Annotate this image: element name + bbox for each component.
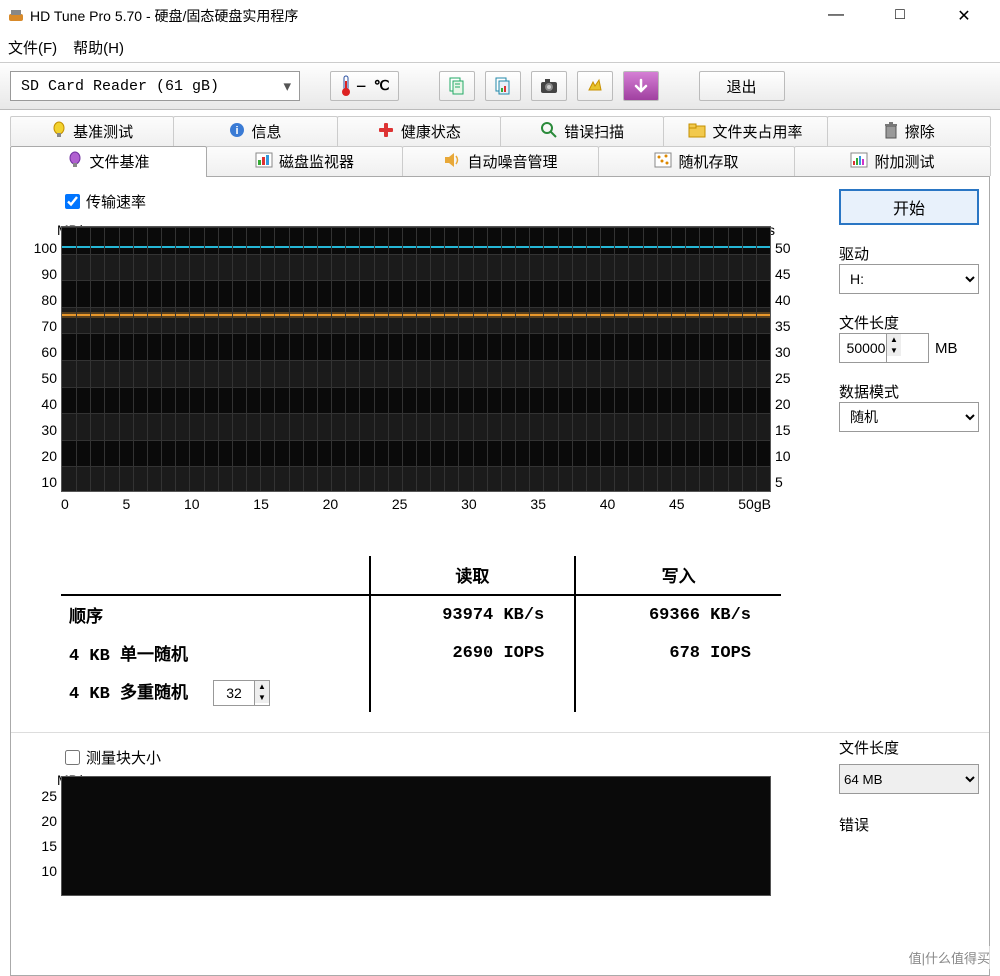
tab-磁盘监视器[interactable]: 磁盘监视器 [206,146,403,176]
tab-基准测试[interactable]: 基准测试 [10,116,174,146]
tab-文件基准[interactable]: 文件基准 [10,146,207,176]
file-length-2-label: 文件长度 [839,740,899,757]
titlebar: HD Tune Pro 5.70 - 硬盘/固态硬盘实用程序 — □ ✕ [0,0,1000,32]
folder-icon [688,122,706,142]
col-read: 读取 [370,556,576,595]
r4k-single-read-value: 2690 IOPS [370,634,576,672]
y-right-ticks: 5045403530252015105 [775,240,805,500]
options-button[interactable] [577,71,613,101]
stepper-up-icon[interactable]: ▲ [887,334,901,345]
y-left-ticks: 100908070605040302010 [27,240,57,500]
chart-canvas [61,226,771,492]
queue-depth-stepper[interactable]: ▲▼ [213,680,270,706]
screenshot-button[interactable] [531,71,567,101]
block-size-label: 测量块大小 [86,747,161,768]
chart2-y-ticks: 25201510 [27,788,57,879]
tab-随机存取[interactable]: 随机存取 [598,146,795,176]
x-axis-ticks: 05101520253035404550gB [61,496,771,512]
file-length-unit: MB [935,340,958,357]
info-icon: i [229,122,245,142]
copy-results-button[interactable] [485,71,521,101]
drive-selector[interactable]: SD Card Reader (61 gB) [10,71,300,101]
menubar: 文件(F) 帮助(H) [0,32,1000,62]
row-4k-single-label: 4 KB 单一随机 [61,634,370,672]
drive-select[interactable]: H: [839,264,979,294]
thermometer-icon [339,75,353,97]
stepper-up-icon[interactable]: ▲ [255,681,269,692]
results-table: 读取 写入 顺序 93974 KB/s 69366 KB/s 4 KB 单一随机… [61,556,781,712]
svg-text:i: i [236,125,239,137]
bulb-purple-icon [67,151,83,173]
speaker-icon [443,152,461,172]
data-mode-label: 数据模式 [839,381,979,402]
transfer-rate-label: 传输速率 [86,191,146,212]
col-write: 写入 [575,556,781,595]
watermark: 值|什么值得买 [903,946,996,969]
tab-自动噪音管理[interactable]: 自动噪音管理 [402,146,599,176]
tab-信息[interactable]: i信息 [173,116,337,146]
maximize-button[interactable]: □ [880,6,920,26]
close-button[interactable]: ✕ [944,6,984,26]
exit-button[interactable]: 退出 [699,71,785,101]
chart2-canvas [61,776,771,896]
tab-健康状态[interactable]: 健康状态 [337,116,501,146]
app-icon [8,7,24,26]
seq-read-value: 93974 KB/s [370,595,576,634]
block-size-checkbox[interactable] [65,750,80,765]
window-title: HD Tune Pro 5.70 - 硬盘/固态硬盘实用程序 [30,6,816,26]
start-button[interactable]: 开始 [839,189,979,225]
trash-icon [883,121,899,143]
transfer-rate-checkbox[interactable] [65,194,80,209]
tab-附加测试[interactable]: 附加测试 [794,146,991,176]
side-panel-1: 开始 驱动 H: 文件长度 ▲▼ MB 数据模式 随机 [839,189,979,432]
r4k-single-write-value: 678 IOPS [575,634,781,672]
transfer-rate-chart: MB/s ms 100908070605040302010 5045403530… [27,226,805,546]
row-4k-multi-label: 4 KB 多重随机 [69,685,188,704]
temperature-display: — ℃ [330,71,399,101]
side-panel-2: 文件长度 64 MB 错误 [839,737,979,835]
temperature-value: — ℃ [357,78,390,95]
toolbar: SD Card Reader (61 gB) — ℃ 退出 [0,62,1000,110]
chart-bars-icon [255,152,273,172]
stepper-down-icon[interactable]: ▼ [887,345,901,356]
save-button[interactable] [623,71,659,101]
file-length-stepper[interactable]: ▲▼ [839,333,929,363]
tab-content-file-benchmark: 传输速率 MB/s ms 100908070605040302010 50454… [10,176,990,976]
tab-擦除[interactable]: 擦除 [827,116,991,146]
file-length-label: 文件长度 [839,312,979,333]
row-sequential-label: 顺序 [61,595,370,634]
file-length-input[interactable] [846,334,886,362]
seq-write-value: 69366 KB/s [575,595,781,634]
tab-错误扫描[interactable]: 错误扫描 [500,116,664,146]
queue-depth-input[interactable] [214,681,254,705]
copy-info-button[interactable] [439,71,475,101]
random-icon [654,152,672,172]
data-mode-select[interactable]: 随机 [839,402,979,432]
tab-文件夹占用率[interactable]: 文件夹占用率 [663,116,827,146]
menu-help[interactable]: 帮助(H) [73,37,124,58]
extra-chart-icon [850,152,868,172]
magnifier-icon [540,121,558,143]
extra-label: 错误 [839,814,979,835]
menu-file[interactable]: 文件(F) [8,37,57,58]
tab-strip: 基准测试i信息健康状态错误扫描文件夹占用率擦除 文件基准磁盘监视器自动噪音管理随… [10,116,990,176]
drive-selector-value: SD Card Reader (61 gB) [21,78,219,95]
plus-red-icon [377,121,395,143]
file-length-2-select[interactable]: 64 MB [839,764,979,794]
block-size-chart: MB/s read write 25201510 [27,776,805,926]
drive-label: 驱动 [839,243,979,264]
stepper-down-icon[interactable]: ▼ [255,692,269,703]
bulb-yellow-icon [51,121,67,143]
minimize-button[interactable]: — [816,6,856,26]
